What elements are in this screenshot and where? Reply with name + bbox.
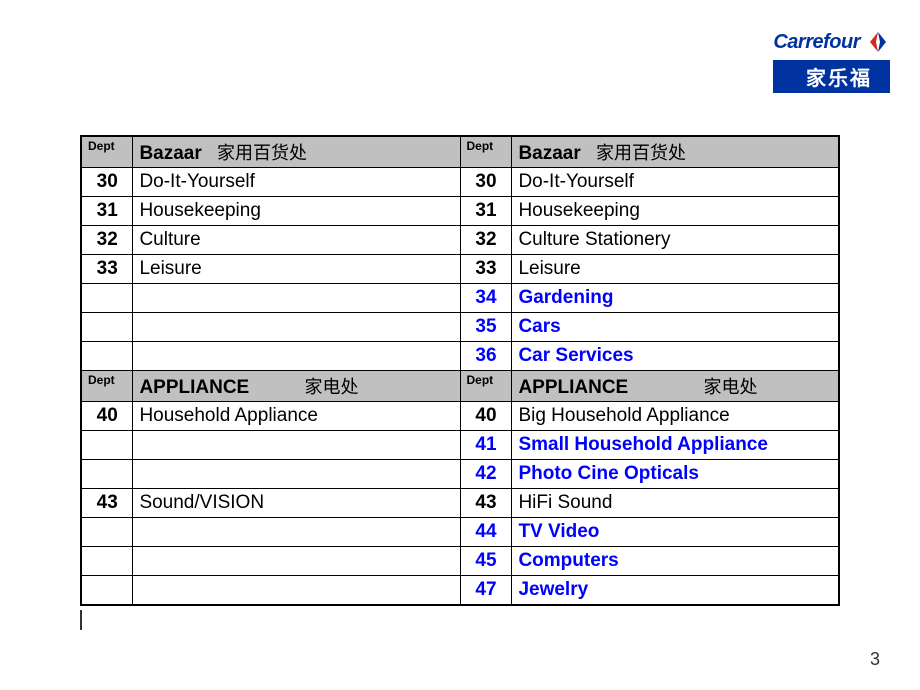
dept-code: 47 <box>460 576 512 605</box>
dept-name: Leisure <box>512 255 839 284</box>
dept-code <box>81 431 133 460</box>
dept-code: 31 <box>460 197 512 226</box>
dept-code <box>81 284 133 313</box>
header-bazaar-right: Bazaar 家用百货处 <box>512 136 839 168</box>
header-appliance-left: APPLIANCE 家电处 <box>133 371 460 402</box>
header-bazaar: Dept Bazaar 家用百货处 Dept Bazaar 家用百货处 <box>81 136 839 168</box>
dept-name: Do-It-Yourself <box>133 168 460 197</box>
dept-name: Culture Stationery <box>512 226 839 255</box>
dept-name <box>133 547 460 576</box>
table-row: 35Cars <box>81 313 839 342</box>
dept-code: 33 <box>460 255 512 284</box>
dept-name <box>133 431 460 460</box>
dept-name: Leisure <box>133 255 460 284</box>
dept-name: Computers <box>512 547 839 576</box>
table-row: 34Gardening <box>81 284 839 313</box>
dept-code: 36 <box>460 342 512 371</box>
dept-name: Culture <box>133 226 460 255</box>
header-dept-left: Dept <box>81 136 133 168</box>
dept-name <box>133 313 460 342</box>
dept-code: 30 <box>460 168 512 197</box>
table-row: 32Culture32Culture Stationery <box>81 226 839 255</box>
dept-code: 40 <box>81 402 133 431</box>
page-number: 3 <box>870 649 880 670</box>
header-bazaar-left: Bazaar 家用百货处 <box>133 136 460 168</box>
dept-code: 43 <box>460 489 512 518</box>
dept-code <box>81 547 133 576</box>
dept-name: HiFi Sound <box>512 489 839 518</box>
brand-logo: Carrefour <box>773 30 890 54</box>
dept-code: 43 <box>81 489 133 518</box>
dept-code: 30 <box>81 168 133 197</box>
brand-name-zh: 家乐福 <box>773 60 890 93</box>
brand-name-en: Carrefour <box>773 31 860 54</box>
table-row: 30Do-It-Yourself30Do-It-Yourself <box>81 168 839 197</box>
table-row: 43Sound/VISION43HiFi Sound <box>81 489 839 518</box>
dept-code: 42 <box>460 460 512 489</box>
dept-name <box>133 460 460 489</box>
carrefour-icon <box>866 30 890 54</box>
department-table-wrap: Dept Bazaar 家用百货处 Dept Bazaar 家用百货处 30Do… <box>80 135 840 606</box>
department-table: Dept Bazaar 家用百货处 Dept Bazaar 家用百货处 30Do… <box>80 135 840 606</box>
dept-name: Do-It-Yourself <box>512 168 839 197</box>
dept-code: 31 <box>81 197 133 226</box>
table-row: 31Housekeeping31Housekeeping <box>81 197 839 226</box>
dept-name: Gardening <box>512 284 839 313</box>
dept-name: Car Services <box>512 342 839 371</box>
table-row: 44TV Video <box>81 518 839 547</box>
dept-code: 33 <box>81 255 133 284</box>
header-dept-left-2: Dept <box>81 371 133 402</box>
table-row: 40Household Appliance40Big Household App… <box>81 402 839 431</box>
table-row: 45Computers <box>81 547 839 576</box>
cursor-mark <box>80 610 82 630</box>
dept-code <box>81 518 133 547</box>
dept-name: Sound/VISION <box>133 489 460 518</box>
table-row: 36Car Services <box>81 342 839 371</box>
dept-code: 41 <box>460 431 512 460</box>
dept-name <box>133 284 460 313</box>
table-row: 33Leisure33Leisure <box>81 255 839 284</box>
dept-code: 45 <box>460 547 512 576</box>
table-row: 42Photo Cine Opticals <box>81 460 839 489</box>
table-row: 47Jewelry <box>81 576 839 605</box>
dept-code: 35 <box>460 313 512 342</box>
dept-name: Photo Cine Opticals <box>512 460 839 489</box>
dept-code <box>81 576 133 605</box>
dept-code <box>81 313 133 342</box>
dept-name: Housekeeping <box>133 197 460 226</box>
dept-name: Small Household Appliance <box>512 431 839 460</box>
header-appliance: Dept APPLIANCE 家电处 Dept APPLIANCE 家电处 <box>81 371 839 402</box>
dept-name: Cars <box>512 313 839 342</box>
dept-name: Household Appliance <box>133 402 460 431</box>
dept-name <box>133 342 460 371</box>
dept-code: 32 <box>81 226 133 255</box>
dept-code <box>81 342 133 371</box>
header-dept-right-2: Dept <box>460 371 512 402</box>
header-appliance-right: APPLIANCE 家电处 <box>512 371 839 402</box>
dept-name: Jewelry <box>512 576 839 605</box>
dept-name: Housekeeping <box>512 197 839 226</box>
dept-code <box>81 460 133 489</box>
dept-code: 34 <box>460 284 512 313</box>
dept-code: 44 <box>460 518 512 547</box>
dept-code: 32 <box>460 226 512 255</box>
brand-logo-block: Carrefour 家乐福 <box>773 30 890 93</box>
header-dept-right: Dept <box>460 136 512 168</box>
dept-name: Big Household Appliance <box>512 402 839 431</box>
dept-code: 40 <box>460 402 512 431</box>
dept-name <box>133 518 460 547</box>
dept-name <box>133 576 460 605</box>
dept-name: TV Video <box>512 518 839 547</box>
table-row: 41Small Household Appliance <box>81 431 839 460</box>
